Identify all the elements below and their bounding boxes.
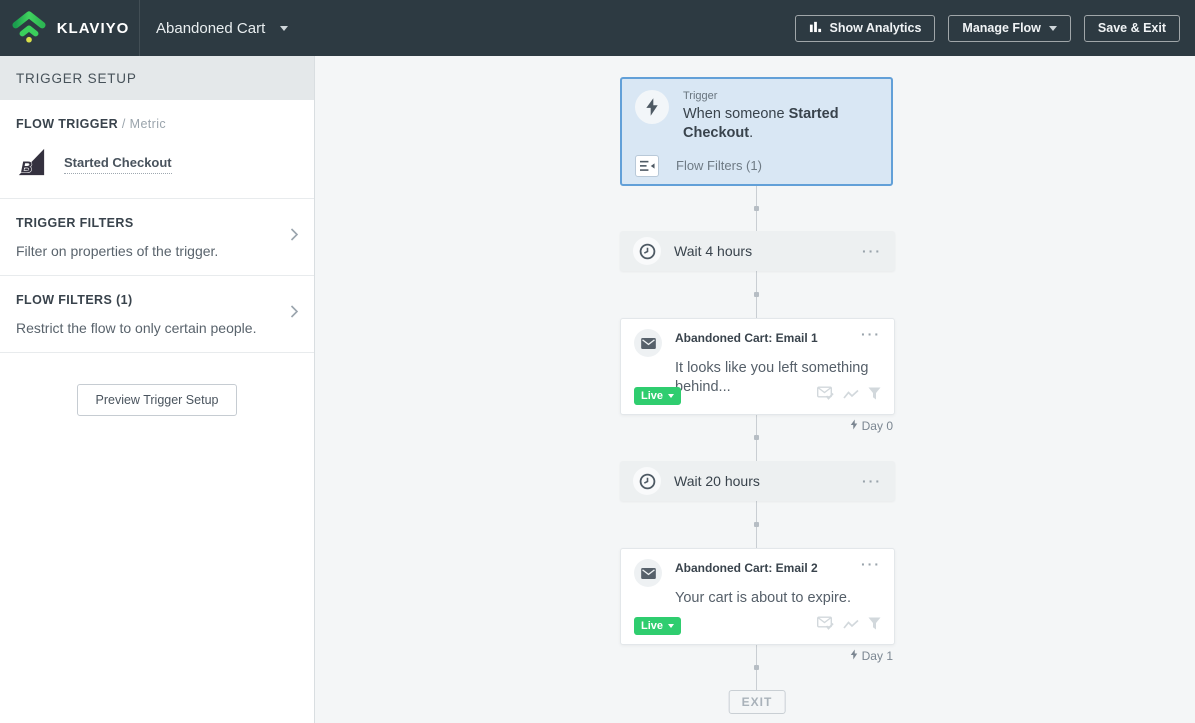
clock-icon [633,467,661,495]
connector-dot[interactable] [754,665,759,670]
flow-name: Abandoned Cart [156,20,265,37]
save-exit-button[interactable]: Save & Exit [1084,15,1180,42]
preview-trigger-setup-button[interactable]: Preview Trigger Setup [77,384,238,416]
sidebar-header: TRIGGER SETUP [0,56,314,100]
envelope-icon [634,329,662,357]
status-badge[interactable]: Live [634,617,681,635]
chevron-right-icon[interactable] [290,305,299,324]
email-subject: Your cart is about to expire. [675,589,881,608]
trend-icon[interactable] [843,387,859,405]
lightning-bolt-icon [635,90,669,124]
flow-filters-description: Restrict the flow to only certain people… [16,320,298,336]
metric-link[interactable]: Started Checkout [64,155,172,174]
topbar-actions: Show Analytics Manage Flow Save & Exit [795,15,1181,42]
connector-dot[interactable] [754,435,759,440]
manage-flow-label: Manage Flow [962,21,1040,35]
email-title: Abandoned Cart: Email 1 [675,329,861,357]
connector-dot[interactable] [754,522,759,527]
trigger-flow-filters-link[interactable]: Flow Filters (1) [676,158,762,173]
connector-dot[interactable] [754,206,759,211]
day-marker: Day 0 [850,419,893,433]
flow-name-dropdown[interactable]: Abandoned Cart [156,20,288,37]
trigger-description: When someone Started Checkout. [683,105,878,143]
trigger-card[interactable]: Trigger When someone Started Checkout. F… [620,77,893,186]
flow-canvas: Trigger When someone Started Checkout. F… [315,56,1195,723]
trigger-filters-description: Filter on properties of the trigger. [16,243,298,259]
flow-filters-section[interactable]: FLOW FILTERS (1) Restrict the flow to on… [0,276,314,353]
flow-trigger-label: FLOW TRIGGER / Metric [16,117,298,131]
bigcommerce-icon: B [16,147,46,182]
lightning-bolt-icon [850,649,858,663]
status-label: Live [641,620,663,632]
brand-name: KLAVIYO [57,20,130,37]
envelope-check-icon[interactable] [817,616,834,635]
svg-text:B: B [21,159,33,176]
envelope-icon [634,559,662,587]
day-label-text: Day 0 [862,419,893,433]
topbar: KLAVIYO Abandoned Cart Show Analytics Ma… [0,0,1195,56]
email-title: Abandoned Cart: Email 2 [675,559,861,587]
more-options-icon[interactable]: ··· [862,476,882,486]
bar-chart-icon [809,20,822,36]
flow-filters-title: FLOW FILTERS (1) [16,293,298,307]
email-card-2[interactable]: Abandoned Cart: Email 2 ··· Your cart is… [620,548,895,645]
show-analytics-button[interactable]: Show Analytics [795,15,936,42]
clock-icon [633,237,661,265]
more-options-icon[interactable]: ··· [862,246,882,256]
chevron-down-icon [668,394,674,398]
metric-row: B Started Checkout [16,147,298,182]
day-marker: Day 1 [850,649,893,663]
filter-funnel-icon[interactable] [868,617,881,635]
save-exit-label: Save & Exit [1098,21,1166,35]
klaviyo-logo-icon [10,9,48,48]
envelope-check-icon[interactable] [817,386,834,405]
more-options-icon[interactable]: ··· [861,329,881,357]
exit-node[interactable]: EXIT [729,690,786,714]
preview-button-area: Preview Trigger Setup [0,353,314,447]
manage-flow-button[interactable]: Manage Flow [948,15,1070,42]
flow-builder-app: KLAVIYO Abandoned Cart Show Analytics Ma… [0,0,1195,723]
wait-card-2[interactable]: Wait 20 hours ··· [620,461,895,501]
chevron-down-icon [668,624,674,628]
email-action-icons [817,386,881,405]
trigger-type-label: Trigger [683,90,878,102]
sidebar-header-label: TRIGGER SETUP [16,71,137,86]
klaviyo-logo[interactable]: KLAVIYO [0,0,140,56]
email-card-1[interactable]: Abandoned Cart: Email 1 ··· It looks lik… [620,318,895,415]
flow-filters-icon [635,155,659,177]
trigger-setup-sidebar: TRIGGER SETUP FLOW TRIGGER / Metric B St… [0,56,315,723]
status-label: Live [641,390,663,402]
lightning-bolt-icon [850,419,858,433]
show-analytics-label: Show Analytics [830,21,922,35]
email-action-icons [817,616,881,635]
filter-funnel-icon[interactable] [868,387,881,405]
trigger-filters-section[interactable]: TRIGGER FILTERS Filter on properties of … [0,199,314,276]
more-options-icon[interactable]: ··· [861,559,881,587]
trigger-filters-title: TRIGGER FILTERS [16,216,298,230]
connector-dot[interactable] [754,292,759,297]
wait-duration-label: Wait 4 hours [674,243,752,259]
flow-trigger-section: FLOW TRIGGER / Metric B Started Checkout [0,100,314,199]
chevron-down-icon [280,26,288,31]
flow-trigger-type: / Metric [122,117,166,131]
wait-duration-label: Wait 20 hours [674,473,760,489]
wait-card-1[interactable]: Wait 4 hours ··· [620,231,895,271]
chevron-down-icon [1049,26,1057,31]
status-badge[interactable]: Live [634,387,681,405]
chevron-right-icon[interactable] [290,228,299,247]
trend-icon[interactable] [843,617,859,635]
day-label-text: Day 1 [862,649,893,663]
